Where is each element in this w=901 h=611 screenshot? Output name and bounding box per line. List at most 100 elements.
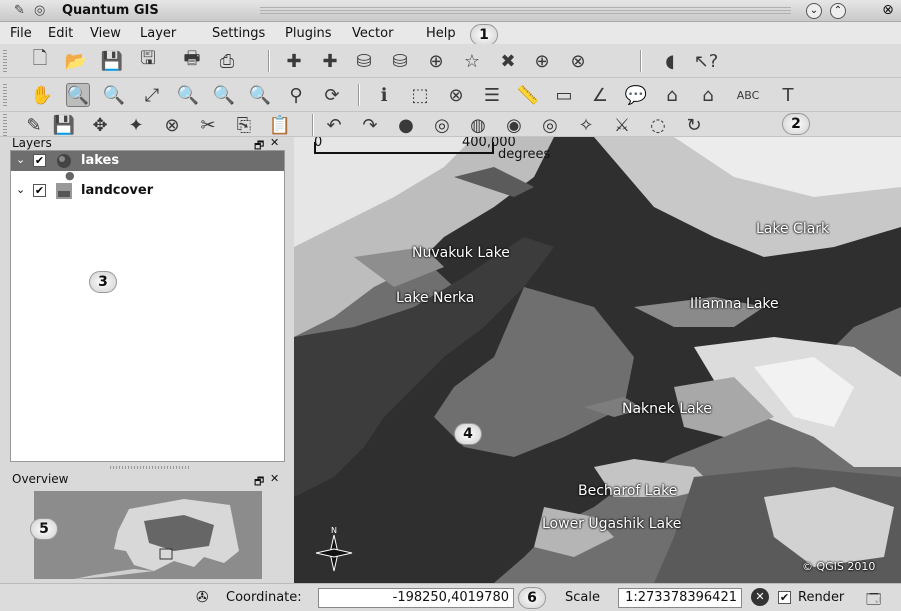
zoom-next-icon[interactable]: ⚲ xyxy=(284,83,308,107)
print-composer-icon[interactable]: 🖶 xyxy=(180,48,204,73)
print-icon[interactable]: ⎙ xyxy=(215,49,239,73)
add-vector-layer-icon[interactable]: ✚ xyxy=(282,49,306,73)
scale-field[interactable]: 1:273378396421 xyxy=(618,588,742,608)
select-features-icon[interactable]: ⬚ xyxy=(408,83,432,107)
node-tool-icon[interactable]: ✦ xyxy=(124,113,148,137)
new-shapefile-icon[interactable]: ☆ xyxy=(460,49,484,73)
zoom-to-layer-icon[interactable]: 🔍 xyxy=(212,83,236,107)
callout-4: 4 xyxy=(454,423,482,445)
deselect-features-icon[interactable]: ⊗ xyxy=(444,83,468,107)
add-part-icon[interactable]: ◍ xyxy=(466,113,490,137)
stop-render-icon[interactable]: ✕ xyxy=(751,588,769,606)
label-abc-icon[interactable]: ABC xyxy=(736,83,760,107)
layer-row-landcover[interactable]: ⌄ ✔ landcover xyxy=(11,181,284,201)
qgis-app-icon: ✎ xyxy=(14,3,25,18)
zoom-to-selection-icon[interactable]: 🔍 xyxy=(176,83,200,107)
collapse-icon[interactable]: ⌄ xyxy=(16,153,25,166)
map-canvas[interactable]: 0 400,000 degrees Nuvakuk Lake Lake Clar… xyxy=(294,137,901,583)
callout-1: 1 xyxy=(470,24,498,46)
layer-visibility-checkbox[interactable]: ✔ xyxy=(33,184,46,197)
menu-settings[interactable]: Settings xyxy=(212,26,265,41)
toolbar-handle[interactable] xyxy=(3,84,7,106)
menu-vector[interactable]: Vector xyxy=(352,26,393,41)
split-features-icon[interactable]: ⚔ xyxy=(610,113,634,137)
whats-this-icon[interactable]: ↖? xyxy=(694,49,719,73)
render-checkbox[interactable]: ✔ xyxy=(778,591,791,604)
collapse-icon[interactable]: ⌄ xyxy=(16,183,25,196)
menu-edit[interactable]: Edit xyxy=(48,26,73,41)
remove-layer-icon[interactable]: ✖ xyxy=(496,49,520,73)
copy-features-icon[interactable]: ⎘ xyxy=(232,113,256,137)
close-button[interactable]: ⊗ xyxy=(880,3,896,19)
delete-ring-icon[interactable]: ◉ xyxy=(502,113,526,137)
window-title: Quantum GIS xyxy=(62,3,159,18)
measure-angle-icon[interactable]: ∠ xyxy=(588,83,612,107)
paste-features-icon[interactable]: 📋 xyxy=(268,113,292,137)
open-project-icon[interactable]: 📂 xyxy=(64,49,88,73)
simplify-icon[interactable]: ● xyxy=(394,113,418,137)
show-bookmarks-icon[interactable]: ⌂ xyxy=(696,83,720,107)
measure-area-icon[interactable]: ▭ xyxy=(552,83,576,107)
new-bookmark-icon[interactable]: ⌂ xyxy=(660,83,684,107)
reshape-features-icon[interactable]: ✧ xyxy=(574,113,598,137)
overview-float-icon[interactable]: 🗗 xyxy=(254,473,264,492)
zoom-full-icon[interactable]: ⤢ xyxy=(140,83,164,107)
toolbar-handle[interactable] xyxy=(3,114,7,136)
add-postgis-layer-icon[interactable]: ⛁ xyxy=(352,49,376,73)
map-tips-icon[interactable]: 💬 xyxy=(624,83,648,107)
coordinate-field[interactable]: -198250,4019780 xyxy=(318,588,514,608)
toggle-editing-icon[interactable]: ✎ xyxy=(22,113,46,137)
merge-features-icon[interactable]: ◌ xyxy=(646,113,670,137)
save-project-icon[interactable]: 💾 xyxy=(100,49,124,73)
map-label-nuvakuk: Nuvakuk Lake xyxy=(412,245,510,261)
add-ring-icon[interactable]: ◎ xyxy=(430,113,454,137)
zoom-last-icon[interactable]: 🔍 xyxy=(248,83,272,107)
map-label-lower-ugashik: Lower Ugashik Lake xyxy=(542,516,682,532)
layer-visibility-checkbox[interactable]: ✔ xyxy=(33,154,46,167)
minimize-button[interactable]: ⌄ xyxy=(806,3,822,19)
text-annotation-icon[interactable]: T xyxy=(776,83,800,107)
window-menu-icon[interactable]: ◎ xyxy=(34,3,45,18)
redo-icon[interactable]: ↷ xyxy=(358,113,382,137)
menu-file[interactable]: File xyxy=(10,26,32,41)
add-spatialite-layer-icon[interactable]: ⛁ xyxy=(388,49,412,73)
rotate-point-icon[interactable]: ↻ xyxy=(682,113,706,137)
delete-part-icon[interactable]: ◎ xyxy=(538,113,562,137)
splitter-handle[interactable] xyxy=(110,466,190,469)
zoom-in-icon[interactable]: 🔍 xyxy=(66,83,90,107)
menu-help[interactable]: Help xyxy=(426,26,456,41)
menu-view[interactable]: View xyxy=(90,26,121,41)
plugin-icon[interactable]: ◖ xyxy=(658,49,682,73)
save-as-icon[interactable]: 🖫 xyxy=(136,48,160,73)
delete-selected-icon[interactable]: ⊗ xyxy=(160,113,184,137)
add-wfs-layer-icon[interactable]: ⊕ xyxy=(530,49,554,73)
move-feature-icon[interactable]: ✥ xyxy=(88,113,112,137)
overview-close-icon[interactable]: ✕ xyxy=(270,472,279,485)
attribute-table-icon[interactable]: ☰ xyxy=(480,83,504,107)
scalebar-unit: degrees xyxy=(498,147,551,162)
pan-icon[interactable]: ✋ xyxy=(30,83,54,107)
identify-icon[interactable]: ℹ xyxy=(372,83,396,107)
zoom-out-icon[interactable]: 🔍 xyxy=(102,83,126,107)
toolbar-handle[interactable] xyxy=(3,50,7,72)
maximize-button[interactable]: ⌃ xyxy=(830,3,846,19)
save-edits-icon[interactable]: 💾 xyxy=(52,113,76,137)
add-wms-layer-icon[interactable]: ⊕ xyxy=(424,49,448,73)
layer-row-lakes[interactable]: ⌄ ✔ lakes xyxy=(11,151,284,171)
map-label-naknek: Naknek Lake xyxy=(622,401,712,417)
projection-icon[interactable]: 🗔 xyxy=(866,589,881,611)
menu-plugins[interactable]: Plugins xyxy=(285,26,332,41)
undo-icon[interactable]: ↶ xyxy=(322,113,346,137)
layers-close-icon[interactable]: ✕ xyxy=(270,136,279,149)
cut-features-icon[interactable]: ✂ xyxy=(196,113,220,137)
add-raster-layer-icon[interactable]: ✚ xyxy=(318,49,342,73)
menu-layer[interactable]: Layer xyxy=(140,26,176,41)
vector-layer-icon xyxy=(57,154,71,168)
map-label-lake-clark: Lake Clark xyxy=(756,221,830,237)
measure-line-icon[interactable]: 📏 xyxy=(516,83,540,107)
refresh-icon[interactable]: ⟳ xyxy=(320,83,344,107)
overview-map[interactable] xyxy=(34,491,262,579)
new-project-icon[interactable]: 🗋 xyxy=(28,48,52,73)
coordinate-toggle-icon[interactable]: ✇ xyxy=(196,588,209,606)
add-gps-icon[interactable]: ⊗ xyxy=(566,49,590,73)
